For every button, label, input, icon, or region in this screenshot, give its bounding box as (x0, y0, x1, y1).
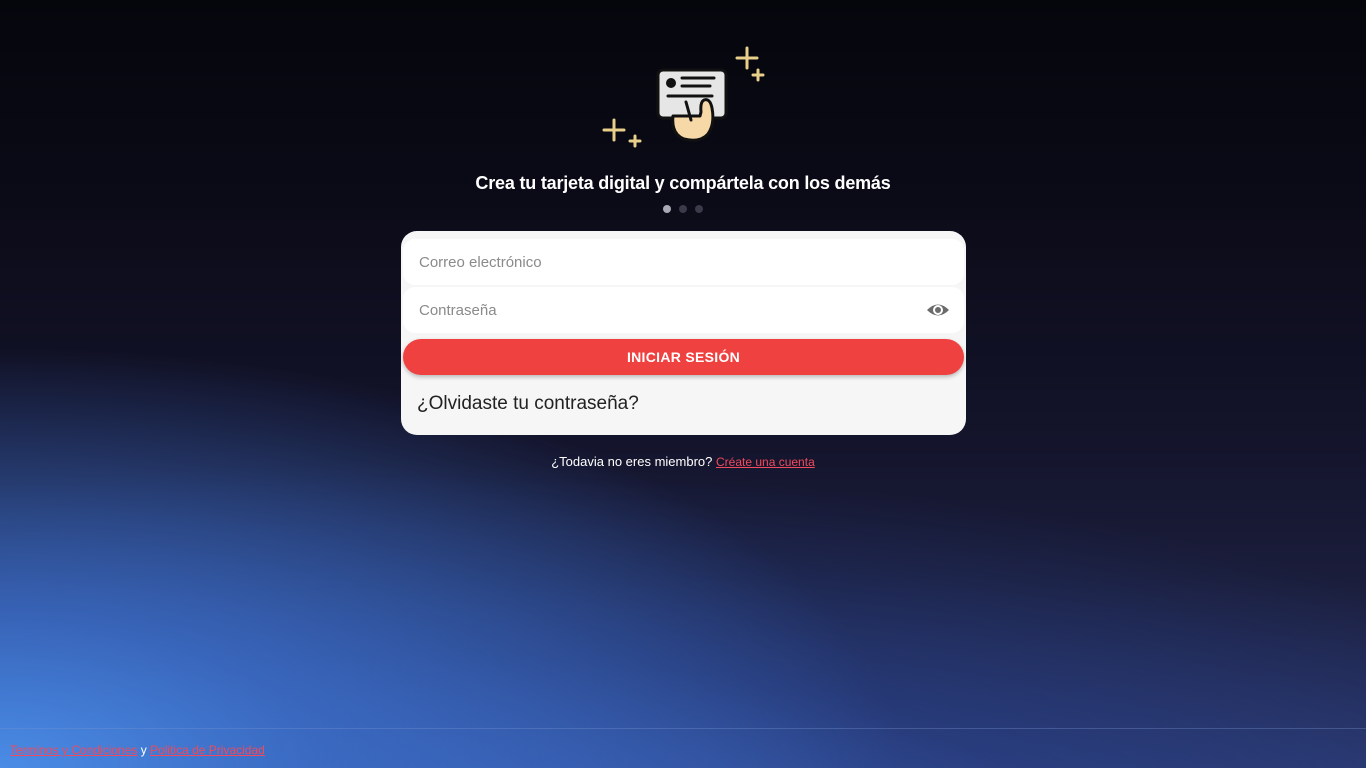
eye-icon[interactable] (926, 299, 950, 321)
slide-dot-2[interactable] (679, 205, 687, 213)
footer: Terminos y Condiciones y Politica de Pri… (0, 728, 1366, 768)
slide-dot-3[interactable] (695, 205, 703, 213)
legal-conjunction: y (140, 743, 147, 757)
password-field-container (403, 287, 964, 333)
onboarding-headline: Crea tu tarjeta digital y compártela con… (475, 173, 891, 193)
login-button[interactable]: INICIAR SESIÓN (403, 339, 964, 375)
signup-prompt: ¿Todavia no eres miembro? Créate una cue… (0, 454, 1366, 469)
hand-holding-card-icon (602, 46, 765, 148)
terms-link[interactable]: Terminos y Condiciones (10, 743, 137, 757)
signup-prompt-text: ¿Todavia no eres miembro? (551, 454, 713, 469)
slide-pagination (663, 205, 703, 213)
legal-links: Terminos y Condiciones y Politica de Pri… (10, 743, 265, 757)
privacy-link[interactable]: Politica de Privacidad (150, 743, 265, 757)
forgot-password-link[interactable]: ¿Olvidaste tu contraseña? (417, 393, 639, 415)
create-account-link[interactable]: Créate una cuenta (716, 455, 815, 469)
password-input[interactable] (417, 300, 901, 320)
email-input[interactable] (417, 252, 901, 272)
slide-dot-1[interactable] (663, 205, 671, 213)
email-field-container (403, 239, 964, 285)
login-form: INICIAR SESIÓN ¿Olvidaste tu contraseña? (401, 231, 966, 435)
